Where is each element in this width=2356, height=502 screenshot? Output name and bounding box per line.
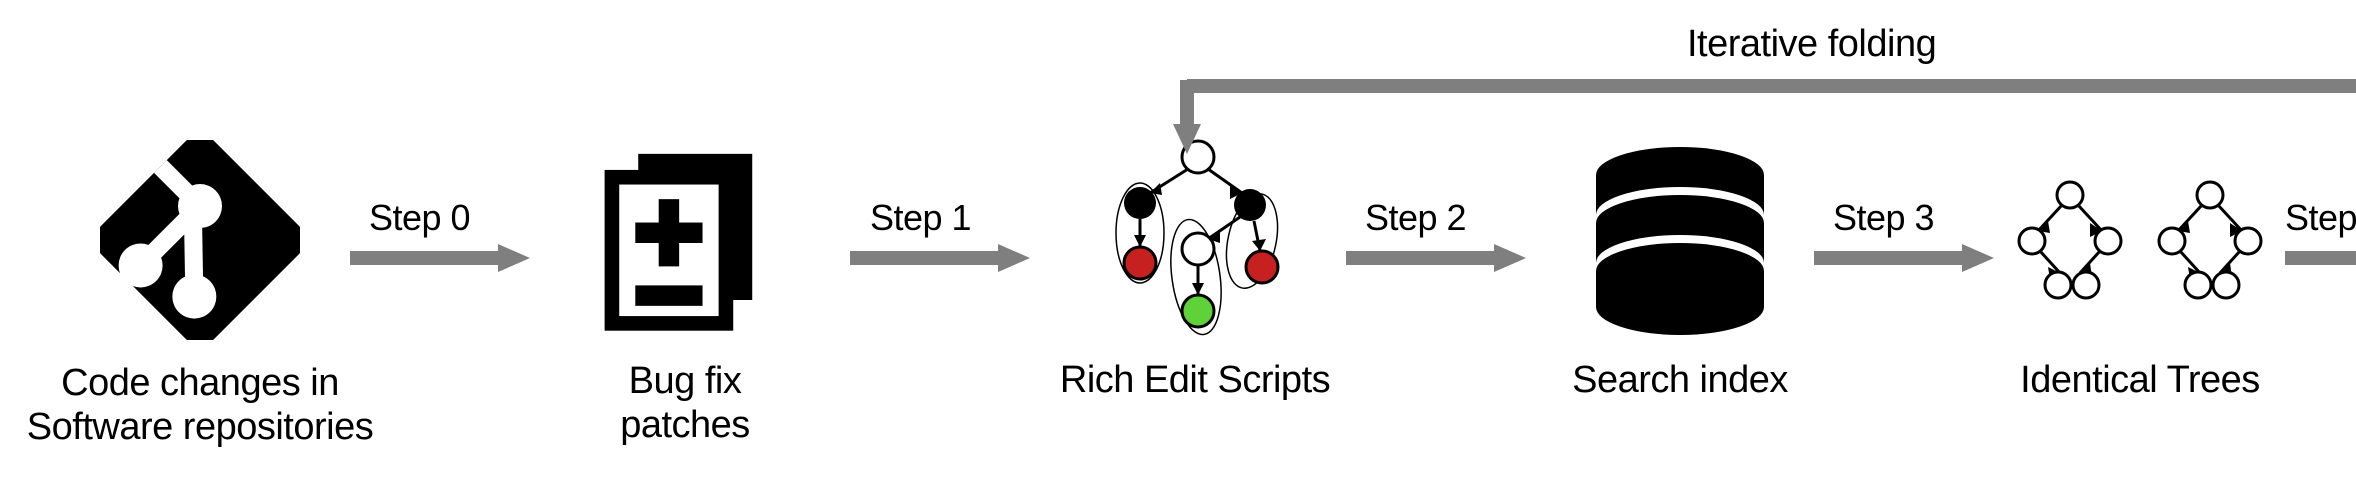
stage-rich-edit-scripts: Rich Edit Scripts bbox=[1035, 135, 1355, 403]
arrow-step-1 bbox=[850, 238, 1030, 278]
caption-trees: Identical Trees bbox=[2020, 359, 2260, 403]
stage-bug-fix-patches: Bug fix patches bbox=[560, 148, 810, 447]
step-2-label: Step 2 bbox=[1365, 197, 1466, 239]
arrow-step-3 bbox=[1814, 238, 1994, 278]
step-4-label: Step 4 bbox=[2285, 197, 2356, 239]
database-icon bbox=[1580, 143, 1780, 343]
caption-patches: Bug fix patches bbox=[620, 360, 750, 447]
caption-index: Search index bbox=[1572, 359, 1788, 403]
caption-line: patches bbox=[620, 404, 750, 446]
git-icon bbox=[100, 140, 300, 340]
step-1-label: Step 1 bbox=[870, 197, 971, 239]
caption-code-changes: Code changes in Software repositories bbox=[27, 362, 373, 449]
rich-edit-tree-icon bbox=[1080, 135, 1310, 345]
stage-search-index: Search index bbox=[1540, 143, 1820, 403]
caption-scripts: Rich Edit Scripts bbox=[1060, 359, 1330, 403]
stage-code-changes: Code changes in Software repositories bbox=[10, 140, 390, 449]
step-3-label: Step 3 bbox=[1833, 197, 1934, 239]
diff-patch-icon bbox=[595, 148, 775, 338]
stage-identical-trees: Identical Trees bbox=[1990, 173, 2290, 403]
caption-line: Code changes in bbox=[61, 362, 339, 404]
feedback-label: Iterative folding bbox=[1687, 23, 1936, 66]
arrow-feedback bbox=[1155, 66, 2356, 156]
arrow-step-2 bbox=[1346, 238, 1526, 278]
arrow-step-0 bbox=[350, 238, 530, 278]
step-0-label: Step 0 bbox=[369, 197, 470, 239]
arrow-step-4 bbox=[2285, 238, 2356, 278]
identical-trees-icon bbox=[2000, 173, 2280, 333]
caption-line: Bug fix bbox=[629, 360, 742, 402]
caption-line: Software repositories bbox=[27, 406, 373, 448]
